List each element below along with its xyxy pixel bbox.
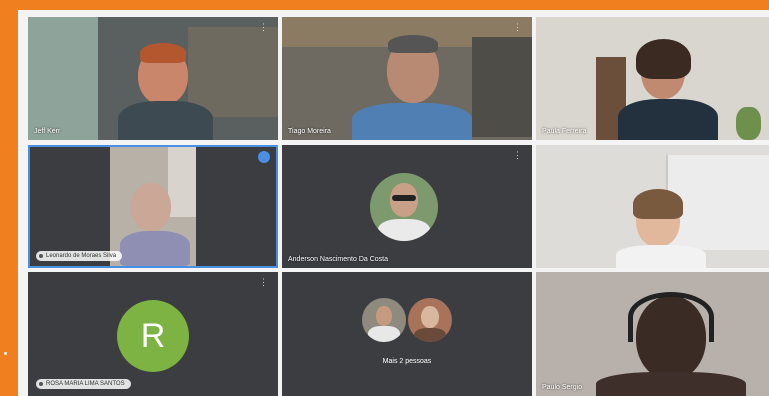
participant-body: [618, 99, 718, 140]
overflow-avatar-2: [408, 298, 452, 342]
hair: [140, 43, 186, 63]
participant-head: [131, 183, 171, 231]
participant-body: [596, 372, 746, 396]
participant-tile-6[interactable]: [536, 145, 769, 268]
participant-avatar: [370, 173, 438, 241]
participant-tile-8-overflow[interactable]: Mais 2 pessoas: [282, 272, 532, 396]
more-options-icon[interactable]: ⋮: [513, 23, 522, 32]
avatar-body: [368, 326, 400, 342]
avatar-body: [378, 219, 430, 241]
door-background: [168, 147, 196, 217]
overflow-participants-label: Mais 2 pessoas: [382, 358, 432, 365]
participant-body: [616, 245, 706, 268]
participant-name: Paulo Sergio: [542, 384, 583, 391]
shelf-background: [188, 27, 278, 117]
avatar-sunglasses: [392, 195, 416, 201]
hair: [633, 189, 683, 219]
avatar-head: [376, 306, 392, 326]
avatar-body: [414, 328, 446, 342]
more-options-icon[interactable]: ⋮: [513, 151, 522, 160]
headset-icon: [628, 292, 714, 342]
participant-tile-9[interactable]: Paulo Sergio: [536, 272, 769, 396]
more-options-icon[interactable]: ⋮: [259, 278, 268, 287]
participant-name: Jeff Kerr: [34, 128, 61, 135]
hair: [388, 35, 438, 53]
participant-body: [120, 231, 190, 266]
video-grid: ⋮ Jeff Kerr ⋮ Tiago Moreira Paula Ferrei…: [18, 10, 769, 396]
participant-body: [352, 103, 472, 140]
hair: [636, 39, 691, 79]
participant-tile-7[interactable]: R ⋮ ROSA MARIA LIMA SANTOS: [28, 272, 278, 396]
more-options-icon[interactable]: ⋮: [259, 23, 268, 32]
speaking-indicator-icon: [258, 151, 270, 163]
overflow-avatar-1: [362, 298, 406, 342]
participant-name: Anderson Nascimento Da Costa: [288, 256, 388, 263]
participant-name: Leonardo de Moraes Silva: [36, 251, 123, 261]
plant: [736, 107, 761, 140]
participant-initial-avatar: R: [117, 300, 189, 372]
participant-name: Tiago Moreira: [288, 128, 331, 135]
avatar-head: [421, 306, 439, 328]
frame-dot: [4, 352, 7, 355]
shelves-background: [472, 37, 532, 137]
participant-name: ROSA MARIA LIMA SANTOS: [36, 379, 131, 389]
participant-body: [118, 101, 213, 140]
participant-tile-2[interactable]: ⋮ Tiago Moreira: [282, 17, 532, 140]
window-background: [28, 17, 98, 140]
participant-tile-5[interactable]: ⋮ Anderson Nascimento Da Costa: [282, 145, 532, 268]
participant-tile-4-active-speaker[interactable]: Leonardo de Moraes Silva: [28, 145, 278, 268]
participant-tile-3[interactable]: Paula Ferreira: [536, 17, 769, 140]
participant-tile-1[interactable]: ⋮ Jeff Kerr: [28, 17, 278, 140]
participant-name: Paula Ferreira: [542, 128, 587, 135]
